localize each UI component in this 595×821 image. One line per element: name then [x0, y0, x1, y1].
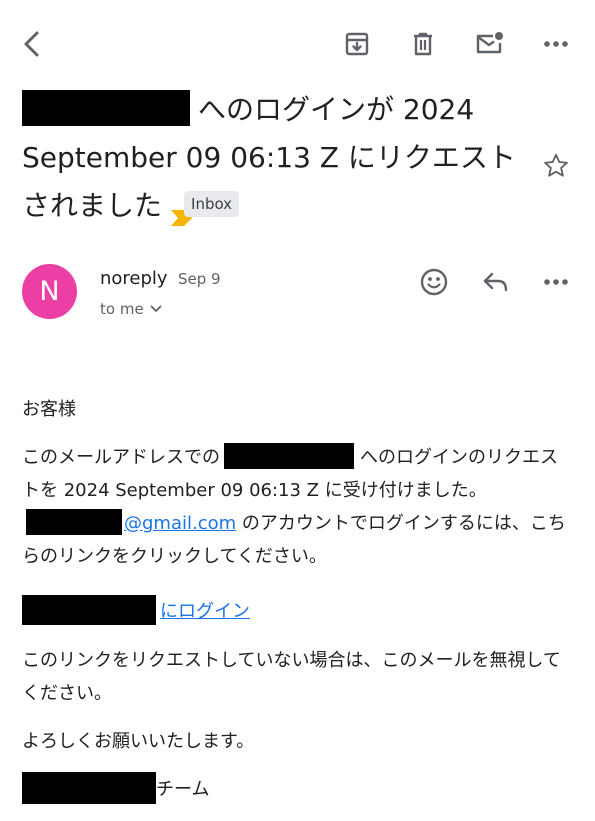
trash-icon[interactable] — [403, 24, 443, 64]
login-link[interactable]: にログイン — [160, 601, 250, 622]
body-paragraph-1: このメールアドレスでの へのログインのリクエストを 2024 September … — [22, 441, 570, 573]
chevron-down-icon — [150, 305, 162, 312]
toolbar — [0, 0, 595, 88]
star-outline-icon[interactable] — [540, 150, 572, 182]
signature: チーム — [22, 772, 570, 806]
email-address-link[interactable]: @gmail.com — [124, 513, 236, 534]
team-suffix: チーム — [156, 779, 210, 800]
message-date: Sep 9 — [178, 270, 221, 288]
redacted-username — [26, 509, 122, 535]
mark-unread-icon[interactable] — [469, 24, 509, 64]
closing: よろしくお願いいたします。 — [22, 731, 255, 752]
reply-icon[interactable] — [476, 262, 516, 302]
back-arrow-icon[interactable] — [12, 24, 52, 64]
email-body: お客様 このメールアドレスでの へのログインのリクエストを 2024 Septem… — [22, 393, 570, 821]
body-paragraph-2: このリンクをリクエストしていない場合は、このメールを無視してください。 — [22, 650, 561, 704]
redacted-service-name — [22, 90, 190, 126]
greeting: お客様 — [22, 399, 76, 420]
login-link-line: にログイン — [22, 595, 570, 628]
recipient-label: to me — [100, 300, 144, 318]
inbox-label-chip[interactable]: Inbox — [184, 191, 240, 217]
emoji-reaction-icon[interactable] — [414, 262, 454, 302]
redacted-service-name — [22, 595, 156, 625]
redacted-service-name — [224, 443, 354, 469]
archive-icon[interactable] — [337, 24, 377, 64]
para1-lead: このメールアドレスでの — [22, 447, 220, 468]
sender-name[interactable]: noreply — [100, 268, 168, 289]
avatar[interactable]: N — [22, 264, 77, 319]
recipient-details[interactable]: to me — [100, 300, 162, 318]
message-more-icon[interactable] — [536, 262, 576, 302]
more-horizontal-icon[interactable] — [536, 24, 576, 64]
redacted-team-name — [22, 772, 156, 804]
email-subject: へのログインが 2024 September 09 06:13 Z にリクエスト… — [22, 86, 532, 230]
